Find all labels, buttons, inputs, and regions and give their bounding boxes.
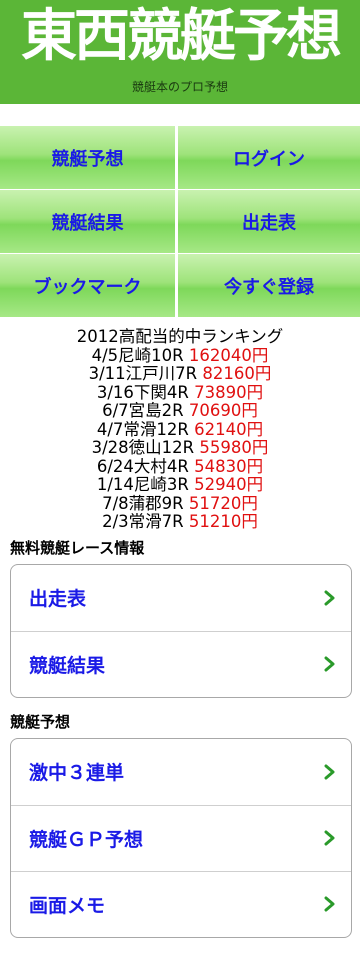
list-item[interactable]: 出走表	[11, 565, 351, 631]
menu-register-button[interactable]: 今すぐ登録	[178, 254, 360, 318]
ranking-amount: 82160円	[202, 364, 272, 383]
ranking-amount: 51720円	[188, 493, 258, 513]
site-header: 東西競艇予想 競艇本のプロ予想	[0, 0, 360, 104]
ranking-item: 1/14尼崎3R 52940円	[0, 475, 360, 495]
ranking-title: 2012高配当的中ランキング	[76, 327, 284, 346]
list-item-label: 出走表	[29, 588, 87, 610]
list-item[interactable]: 画面メモ	[11, 870, 351, 937]
list-item[interactable]: 競艇ＧＰ予想	[11, 804, 351, 871]
main-menu: 競艇予想 ログイン 競艇結果 出走表 ブックマーク 今すぐ登録	[0, 126, 360, 318]
ranking-race: 1/14尼崎3R	[96, 475, 189, 494]
hit-ranking: 2012高配当的中ランキング 4/5尼崎10R 162040円 3/11江戸川7R…	[0, 327, 360, 532]
menu-label: ログイン	[233, 148, 305, 170]
menu-entries-button[interactable]: 出走表	[178, 190, 360, 254]
menu-bookmark-button[interactable]: ブックマーク	[0, 254, 178, 318]
ranking-amount: 62140円	[194, 419, 264, 439]
menu-login-button[interactable]: ログイン	[178, 126, 360, 190]
ranking-amount: 52940円	[194, 475, 264, 494]
chevron-right-icon	[324, 896, 335, 912]
menu-label: 出走表	[242, 212, 296, 234]
ranking-item: 6/24大村4R 54830円	[0, 456, 360, 477]
ranking-race: 4/7常滑12R	[96, 419, 189, 439]
ranking-item: 7/8蒲郡9R 51720円	[0, 493, 360, 514]
ranking-item: 3/28徳山12R 55980円	[0, 438, 360, 458]
site-tagline: 競艇本のプロ予想	[131, 80, 228, 94]
free-section-title: 無料競艇レース情報	[10, 538, 145, 557]
chevron-right-icon	[324, 656, 335, 672]
ranking-amount: 162040円	[188, 345, 269, 365]
yoso-section-title: 競艇予想	[10, 712, 71, 731]
chevron-right-icon	[324, 830, 335, 846]
chevron-right-icon	[324, 764, 335, 779]
site-logo[interactable]: 東西競艇予想	[0, 4, 360, 70]
ranking-amount: 70690円	[188, 401, 258, 420]
ranking-amount: 54830円	[194, 456, 264, 476]
list-item-label: 競艇ＧＰ予想	[29, 828, 144, 851]
menu-label: 競艇予想	[51, 148, 124, 170]
ranking-race: 6/24大村4R	[96, 456, 189, 476]
list-item-label: 激中３連単	[29, 762, 125, 784]
chevron-right-icon	[324, 590, 335, 605]
ranking-amount: 55980円	[199, 438, 269, 457]
ranking-item: 3/16下関4R 73890円	[0, 382, 360, 403]
ranking-race: 3/16下関4R	[96, 382, 189, 402]
ranking-race: 6/7宮島2R	[102, 401, 184, 420]
list-item[interactable]: 激中３連単	[11, 739, 351, 805]
list-item-label: 競艇結果	[29, 654, 106, 677]
ranking-race: 2/3常滑7R	[102, 512, 184, 531]
ranking-item: 4/7常滑12R 62140円	[0, 419, 360, 440]
ranking-item: 2/3常滑7R 51210円	[0, 512, 360, 532]
menu-label: ブックマーク	[33, 276, 142, 298]
menu-label: 競艇結果	[51, 212, 124, 234]
ranking-race: 4/5尼崎10R	[91, 345, 184, 365]
list-item-label: 画面メモ	[29, 894, 106, 917]
ranking-amount: 73890円	[194, 382, 264, 402]
ranking-item: 3/11江戸川7R 82160円	[0, 364, 360, 384]
ranking-race: 3/28徳山12R	[91, 438, 195, 457]
ranking-list: 4/5尼崎10R 162040円 3/11江戸川7R 82160円 3/16下関4R…	[0, 345, 360, 532]
yoso-list: 激中３連単競艇ＧＰ予想 画面メモ	[10, 737, 352, 938]
ranking-item: 4/5尼崎10R 162040円	[0, 345, 360, 366]
menu-label: 今すぐ登録	[224, 276, 314, 298]
ranking-race: 3/11江戸川7R	[88, 364, 198, 383]
menu-yoso-button[interactable]: 競艇予想	[0, 126, 178, 190]
ranking-item: 6/7宮島2R 70690円	[0, 401, 360, 421]
list-item[interactable]: 競艇結果	[11, 630, 351, 697]
free-info-list: 出走表 競艇結果	[10, 563, 352, 698]
menu-results-button[interactable]: 競艇結果	[0, 190, 178, 254]
ranking-amount: 51210円	[188, 512, 258, 531]
ranking-race: 7/8蒲郡9R	[102, 493, 184, 513]
